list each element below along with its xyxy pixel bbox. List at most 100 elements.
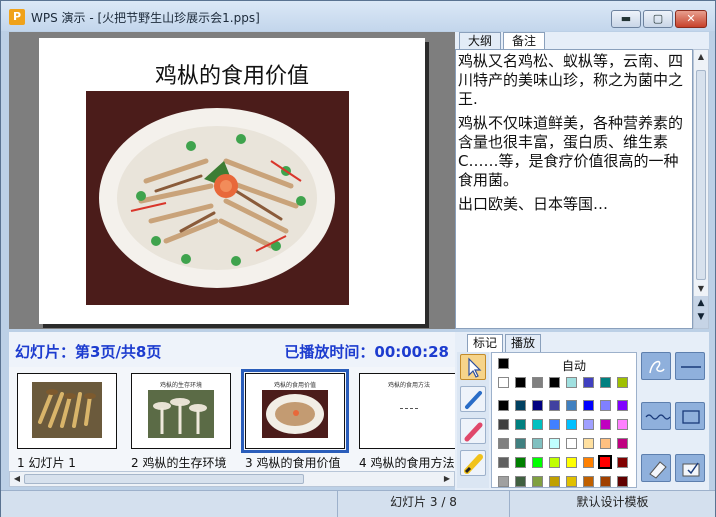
color-swatch[interactable] (549, 457, 560, 468)
tab-outline[interactable]: 大纲 (459, 32, 501, 50)
scroll-right-icon[interactable]: ▶ (440, 472, 454, 486)
clear-all-icon (682, 462, 700, 477)
thumbnail-label: 3 鸡枞的食用价值 (245, 456, 341, 470)
color-swatch[interactable] (515, 419, 526, 430)
color-swatch[interactable] (617, 419, 628, 430)
window-title: WPS 演示 - [火把节野生山珍展示会1.pps] (31, 11, 260, 25)
page-nav-icon[interactable]: ▲ ▼ (694, 296, 708, 328)
dish-photo (86, 91, 349, 305)
title-bar: P WPS 演示 - [火把节野生山珍展示会1.pps] ▬ ▢ ✕ (1, 1, 715, 31)
app-window: P WPS 演示 - [火把节野生山珍展示会1.pps] ▬ ▢ ✕ 鸡枞的食用… (0, 0, 716, 517)
line-shape-button[interactable] (675, 352, 705, 380)
ballpoint-pen-tool[interactable] (460, 386, 486, 412)
color-swatch[interactable] (549, 438, 560, 449)
close-button[interactable]: ✕ (675, 10, 707, 28)
arrow-pointer-tool[interactable] (460, 354, 486, 380)
scroll-thumb[interactable] (24, 474, 304, 484)
color-swatch[interactable] (515, 400, 526, 411)
color-swatch[interactable] (617, 438, 628, 449)
wavy-line-button[interactable] (641, 402, 671, 430)
color-swatch[interactable] (515, 457, 526, 468)
slide-position: 幻灯片：第3页/共8页 (15, 343, 162, 361)
rectangle-shape-button[interactable] (675, 402, 705, 430)
color-swatch[interactable] (600, 476, 611, 487)
color-swatch[interactable] (566, 400, 577, 411)
maximize-button[interactable]: ▢ (643, 10, 673, 28)
highlighter-tool[interactable] (460, 450, 486, 476)
color-swatch[interactable] (600, 438, 611, 449)
minimize-icon: ▬ (620, 12, 632, 25)
color-swatch[interactable] (515, 438, 526, 449)
scroll-down-icon[interactable]: ▼ (694, 282, 708, 296)
color-swatch[interactable] (532, 457, 543, 468)
freehand-shape-button[interactable] (641, 352, 671, 380)
notes-pane: 大纲 备注 鸡枞又名鸡松、蚁枞等，云南、四川特产的美味山珍，称之为菌中之王. 鸡… (455, 32, 709, 329)
color-swatch[interactable] (583, 419, 594, 430)
color-swatch[interactable] (532, 400, 543, 411)
notes-scrollbar[interactable]: ▲ ▼ ▲ ▼ (693, 49, 709, 329)
slide-thumbnail-1[interactable]: 1 幻灯片 1 (17, 373, 121, 473)
slide-view[interactable]: 鸡枞的食用价值 (9, 32, 455, 329)
color-swatch[interactable] (583, 438, 594, 449)
scroll-left-icon[interactable]: ◀ (10, 472, 24, 486)
minimize-button[interactable]: ▬ (611, 10, 641, 28)
color-swatch[interactable] (617, 476, 628, 487)
color-swatch[interactable] (498, 476, 509, 487)
maximize-icon: ▢ (652, 12, 664, 25)
color-swatch[interactable] (498, 419, 509, 430)
wave-icon (645, 414, 671, 420)
color-swatch[interactable] (515, 377, 526, 388)
color-swatch[interactable] (532, 476, 543, 487)
color-swatch[interactable] (549, 476, 560, 487)
design-template-name[interactable]: 默认设计模板 (509, 491, 715, 517)
play-time: 已播放时间：00:00:28 (284, 343, 449, 361)
notes-text-area[interactable]: 鸡枞又名鸡松、蚁枞等，云南、四川特产的美味山珍，称之为菌中之王. 鸡枞不仅味道鲜… (455, 49, 693, 329)
color-swatch[interactable] (583, 400, 594, 411)
thumbnail-title: 鸡枞的生存环境 (159, 382, 202, 389)
scroll-up-icon[interactable]: ▲ (694, 50, 708, 64)
color-swatch[interactable] (566, 377, 577, 388)
color-swatch[interactable] (583, 377, 594, 388)
slide-counter: 幻灯片 3 / 8 (337, 491, 509, 517)
color-swatch[interactable] (549, 400, 560, 411)
color-swatch[interactable] (583, 476, 594, 487)
color-swatch[interactable] (600, 400, 611, 411)
color-swatch[interactable] (498, 377, 509, 388)
felt-pen-tool[interactable] (460, 418, 486, 444)
color-swatch[interactable] (566, 476, 577, 487)
color-palette: 自动 (491, 352, 637, 488)
color-swatch[interactable] (549, 419, 560, 430)
color-swatch[interactable] (498, 457, 509, 468)
color-swatch[interactable] (532, 377, 543, 388)
slide-thumbnail-2[interactable]: 鸡枞的生存环境 2 鸡枞的生存环境 (131, 373, 235, 473)
color-swatch[interactable] (566, 457, 577, 468)
color-swatch[interactable] (515, 476, 526, 487)
slide-thumbnail-3[interactable]: 鸡枞的食用价值 3 鸡枞的食用价值 (241, 369, 349, 473)
eraser-button[interactable] (641, 454, 671, 482)
tab-notes[interactable]: 备注 (503, 32, 545, 50)
color-swatch[interactable] (600, 419, 611, 430)
color-swatch[interactable] (566, 419, 577, 430)
color-swatch[interactable] (583, 457, 594, 468)
tab-mark[interactable]: 标记 (467, 334, 503, 352)
color-swatch[interactable] (532, 438, 543, 449)
tab-play[interactable]: 播放 (505, 334, 541, 352)
clear-marks-button[interactable] (675, 454, 705, 482)
color-swatch[interactable] (549, 377, 560, 388)
auto-color-label: 自动 (562, 359, 587, 373)
color-swatch[interactable] (617, 400, 628, 411)
scroll-thumb[interactable] (696, 70, 706, 280)
slide-thumbnail-4[interactable]: 鸡枞的食用方法 4 鸡枞的食用方法 (359, 373, 463, 473)
color-swatch[interactable] (617, 377, 628, 388)
color-swatch[interactable] (598, 455, 612, 469)
color-swatch[interactable] (617, 457, 628, 468)
color-swatch[interactable] (532, 419, 543, 430)
thumbnail-preview: 鸡枞的生存环境 (131, 373, 231, 449)
thumbnail-scrollbar[interactable]: ◀ ▶ (9, 471, 455, 487)
color-swatch[interactable] (566, 438, 577, 449)
color-swatch[interactable] (498, 400, 509, 411)
color-swatch[interactable] (600, 377, 611, 388)
color-swatch[interactable] (498, 438, 509, 449)
current-slide[interactable]: 鸡枞的食用价值 (39, 38, 425, 324)
auto-color-swatch[interactable] (498, 358, 509, 369)
